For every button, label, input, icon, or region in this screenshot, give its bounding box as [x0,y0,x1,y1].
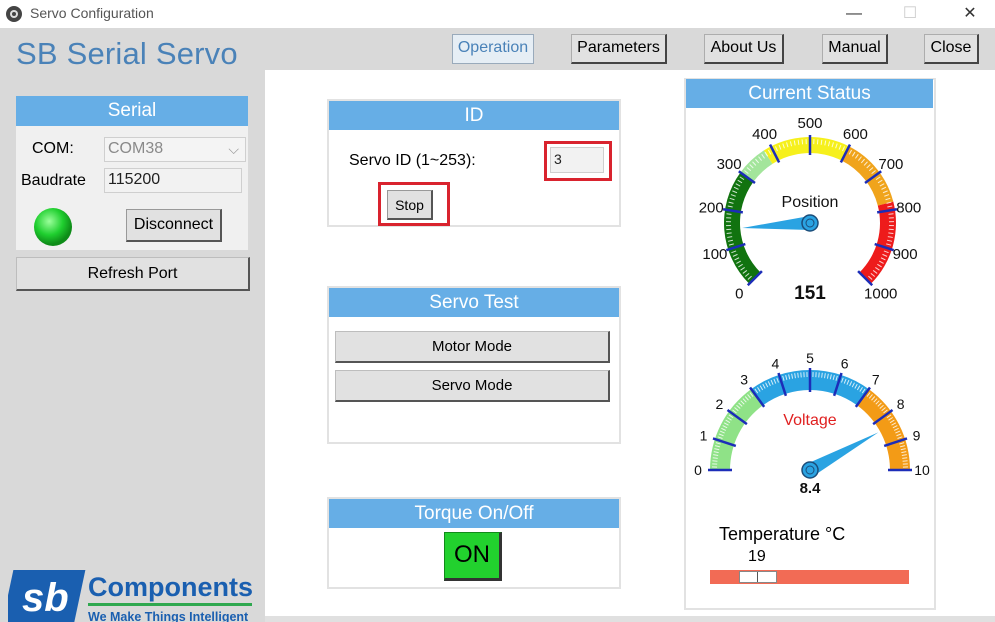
position-gauge: 0 100 200 300 400 500 600 700 800 900 1000 Position… [699,115,922,304]
gauge-tick-label: 7 [872,371,880,387]
gauge-tick-label: 2 [715,396,723,412]
gauge-label: Position [782,194,839,211]
gauge-tick-label: 0 [735,286,743,303]
temperature-label: Temperature °C [719,524,846,544]
gauge-tick-label: 400 [752,126,777,143]
manual-button[interactable]: Manual [822,34,888,64]
gauge-tick-label: 700 [878,156,903,173]
gauge-tick-label: 6 [841,355,849,371]
servo-id-label: Servo ID (1~253): [349,152,476,169]
com-label: COM: [32,140,74,157]
logo-name: Components [88,572,253,602]
logo-tagline: We Make Things Intelligent [88,610,249,622]
gauge-minor-tick [726,232,732,235]
gauge-tick-label: 9 [913,427,921,443]
voltage-gauge: 0 12 3 4 5 6 7 89 10 Voltage 8.4 [694,350,930,496]
gauge-minor-tick [712,457,718,459]
bottom-border [265,616,995,622]
gauge-tick-label: 0 [694,462,702,478]
maximize-icon[interactable]: ☐ [890,2,930,26]
gauge-tick-label: 1 [700,427,708,443]
gauge-tick-label: 4 [771,355,779,371]
gauge-tick-label: 600 [843,126,868,143]
torque-heading: Torque On/Off [329,499,619,528]
gauge-minor-tick [902,457,908,459]
gauge-tick-label: 200 [699,199,724,216]
temperature-value: 19 [748,548,766,565]
torque-toggle-button[interactable]: ON [444,532,502,581]
about-us-button[interactable]: About Us [704,34,784,64]
logo-letters: sb [22,576,69,620]
app-brand: SB Serial Servo [16,36,238,71]
gauge-hub [801,461,819,479]
gauge-minor-tick [797,139,800,145]
id-heading: ID [329,101,619,130]
app-icon [6,6,22,22]
gauge-tick-label: 100 [702,246,727,263]
gauge-tick-label: 800 [896,199,921,216]
gauge-tick-label: 500 [797,115,822,132]
gauge-tick-label: 5 [806,350,814,366]
temperature-slider [739,571,777,583]
parameters-button[interactable]: Parameters [571,34,667,64]
serial-heading: Serial [16,96,248,126]
connection-status-led [34,208,72,246]
gauge-minor-tick [821,372,823,378]
gauge-minor-tick [797,372,799,378]
gauge-minor-tick [820,139,823,145]
gauge-minor-tick [726,213,732,215]
com-value: COM38 [108,140,164,157]
chevron-down-icon: ⌵ [228,141,239,157]
gauge-hub [801,214,819,232]
window-title: Servo Configuration [30,5,154,21]
gauge-minor-tick [888,213,894,215]
servo-test-heading: Servo Test [329,288,619,317]
title-bar: Servo Configuration — ☐ ✕ [0,0,995,28]
gauge-tick-label: 900 [893,246,918,263]
stop-button[interactable]: Stop [387,190,433,220]
gauge-tick-label: 8 [897,396,905,412]
gauge-tick-label: 10 [914,462,930,478]
gauge-label: Voltage [783,412,836,429]
com-select[interactable]: COM38 ⌵ [104,137,246,162]
close-button[interactable]: Close [924,34,979,64]
refresh-port-button[interactable]: Refresh Port [16,257,250,291]
gauge-minor-tick [888,232,894,235]
servo-mode-button[interactable]: Servo Mode [335,370,610,402]
status-heading: Current Status [686,79,933,108]
disconnect-button[interactable]: Disconnect [126,209,222,242]
servo-id-input[interactable]: 3 [550,147,604,173]
gauge-value: 8.4 [800,480,822,496]
temperature-bar [710,570,909,584]
gauge-tick-label: 300 [717,156,742,173]
gauge-needle [742,216,811,230]
baudrate-label: Baudrate [21,172,86,189]
close-window-icon[interactable]: ✕ [950,2,990,26]
operation-button[interactable]: Operation [452,34,534,64]
gauge-value: 151 [794,283,826,304]
motor-mode-button[interactable]: Motor Mode [335,331,610,363]
baudrate-field[interactable]: 115200 [104,168,242,193]
gauge-tick-label: 3 [740,371,748,387]
sb-components-logo: sb Components We Make Things Intelligent [8,570,253,622]
gauge-tick-label: 1000 [864,286,897,303]
minimize-icon[interactable]: — [834,2,874,26]
